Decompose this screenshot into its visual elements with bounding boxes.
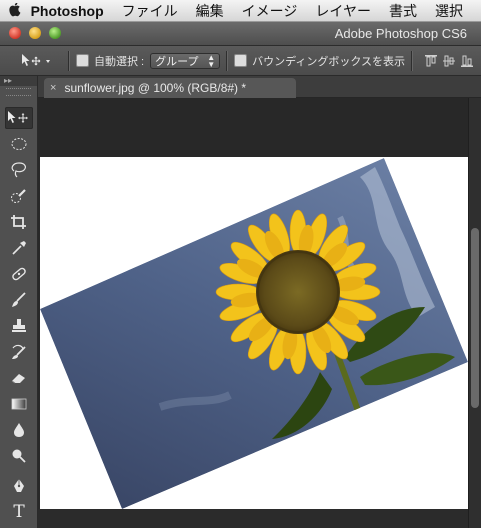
menu-image[interactable]: イメージ [242,1,298,21]
auto-select-target-dropdown[interactable]: グループ ▲ ▼ [150,52,221,69]
move-tool-icon [8,111,28,123]
eyedropper-tool[interactable] [5,237,33,259]
stamp-icon [12,319,26,332]
clone-stamp-tool[interactable] [5,315,33,337]
menu-layer[interactable]: レイヤー [315,1,371,21]
menu-type[interactable]: 書式 [389,1,417,21]
elliptical-marquee-tool[interactable] [5,133,33,155]
canvas-bottom-strip [38,509,468,528]
spot-healing-brush-tool[interactable] [5,263,33,285]
tools-panel: ▸▸ T [0,76,38,528]
menu-bar: Photoshop ファイル 編集 イメージ レイヤー 書式 選択 [0,0,481,22]
auto-select-checkbox[interactable] [76,54,89,67]
options-separator [68,50,70,71]
document-tab-label: sunflower.jpg @ 100% (RGB/8#) * [64,81,247,95]
auto-select-label: 自動選択 : [94,55,145,68]
sunflower-photo [40,158,468,509]
apple-menu-icon[interactable] [0,2,31,19]
auto-select-target-value: グループ [155,55,199,68]
dodge-tool[interactable] [5,445,33,467]
bounding-box-label: バウンディングボックスを表示 [252,55,406,68]
zoom-window-button[interactable] [49,27,61,39]
window-title: Adobe Photoshop CS6 [334,26,467,41]
type-tool[interactable]: T [5,501,33,523]
lasso-icon [11,162,26,178]
crop-icon [11,215,26,229]
brush-icon [12,292,26,307]
drop-icon [14,423,24,437]
move-tool-preset-icon [22,53,50,66]
canvas-area[interactable] [38,98,468,528]
document-tab-bar: × sunflower.jpg @ 100% (RGB/8#) * [38,76,481,98]
options-separator [411,50,414,71]
document-tab[interactable]: × sunflower.jpg @ 100% (RGB/8#) * [44,78,296,98]
quick-selection-icon [11,189,26,203]
window-title-bar: Adobe Photoshop CS6 [0,22,481,46]
brush-tool[interactable] [5,289,33,311]
document-canvas[interactable] [40,157,468,509]
bandage-icon [12,267,26,281]
minimize-window-button[interactable] [29,27,41,39]
vertical-scrollbar[interactable] [468,98,481,528]
close-window-button[interactable] [9,27,21,39]
dropdown-updown-icon: ▲ ▼ [207,52,216,69]
history-brush-tool[interactable] [5,341,33,363]
bounding-box-checkbox[interactable] [234,54,248,67]
type-tool-icon: T [13,502,25,522]
eraser-tool[interactable] [5,367,33,389]
gradient-tool[interactable] [5,393,33,415]
menu-file[interactable]: ファイル [122,1,178,21]
menu-select[interactable]: 選択 [435,1,463,21]
options-separator [226,50,229,71]
options-bar: 自動選択 : グループ ▲ ▼ バウンディングボックスを表示 [0,46,481,76]
dodge-icon [12,449,26,463]
app-menu-photoshop[interactable]: Photoshop [31,3,104,19]
tools-panel-grip[interactable] [6,88,31,96]
vertical-scrollbar-thumb[interactable] [471,228,479,408]
align-top-icon[interactable] [425,54,438,67]
menu-edit[interactable]: 編集 [196,1,224,21]
crop-tool[interactable] [5,211,33,233]
pen-icon [14,479,24,492]
quick-selection-tool[interactable] [5,185,33,207]
eyedropper-icon [12,241,26,255]
gradient-icon [11,398,27,410]
elliptical-marquee-icon [11,138,27,150]
blur-tool[interactable] [5,419,33,441]
align-vertical-center-icon[interactable] [443,55,456,67]
close-tab-icon[interactable]: × [50,82,56,94]
pen-tool[interactable] [5,475,33,497]
move-tool[interactable] [5,107,33,129]
tool-preset-picker[interactable] [20,53,62,69]
eraser-icon [11,374,25,384]
history-brush-icon [12,344,26,359]
align-bottom-icon[interactable] [461,55,474,67]
tools-panel-collapse-button[interactable]: ▸▸ [0,76,37,86]
lasso-tool[interactable] [5,159,33,181]
